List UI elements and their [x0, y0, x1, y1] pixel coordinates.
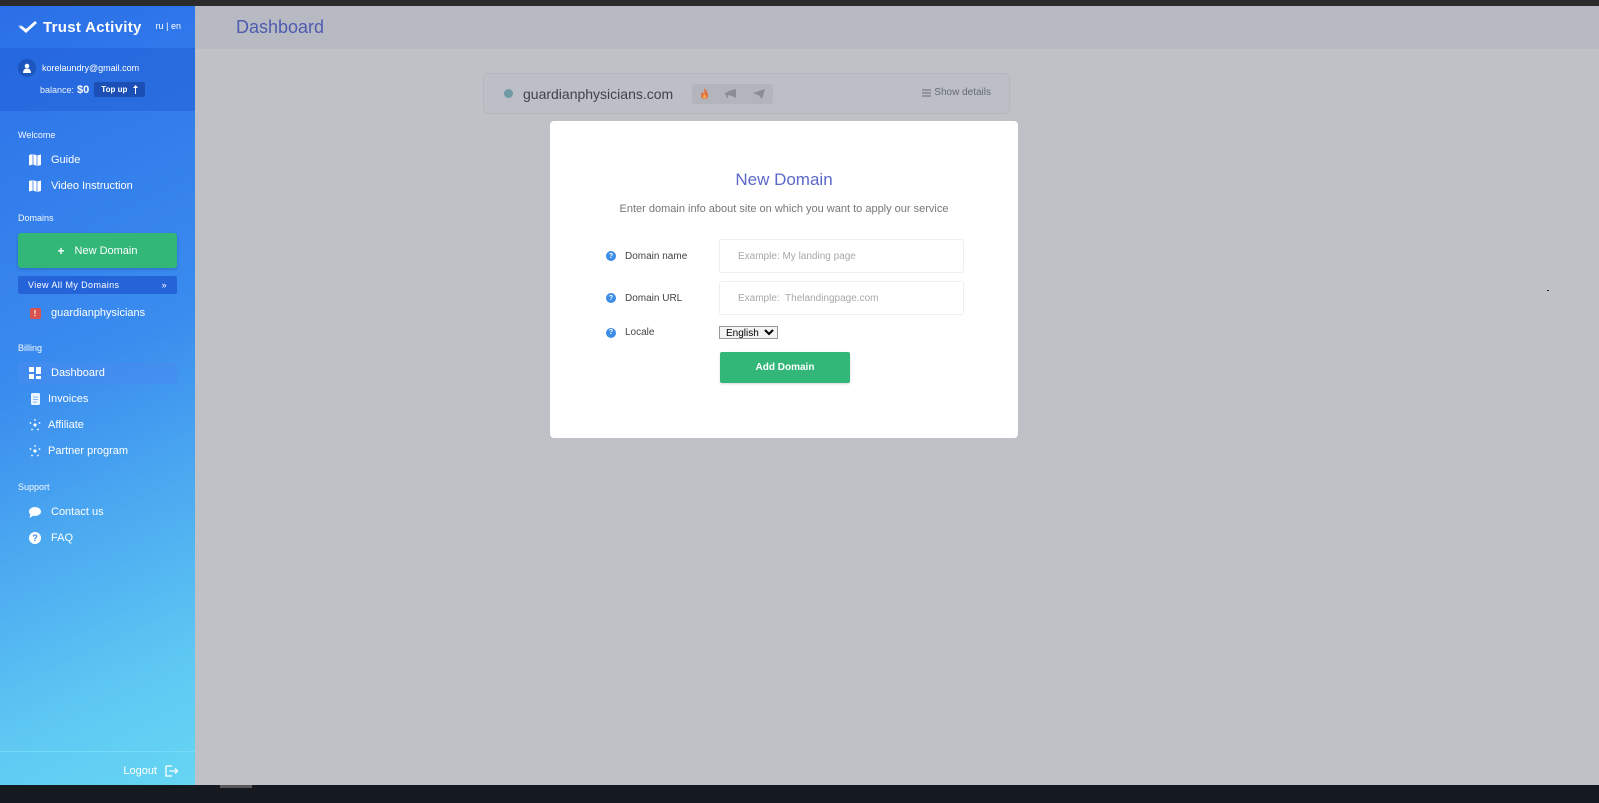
- sidebar-divider: [0, 751, 195, 752]
- arrow-up-icon: [133, 85, 139, 94]
- window-bottom-bar: [0, 785, 1599, 803]
- add-domain-button[interactable]: Add Domain: [720, 352, 850, 383]
- sidebar: Trust Activity ru | en korelaundry@gmail…: [0, 6, 195, 785]
- page-header: Dashboard: [195, 6, 1599, 49]
- paper-plane-icon[interactable]: [753, 88, 766, 99]
- globe-icon: [504, 89, 513, 98]
- question-icon: ?: [28, 531, 42, 545]
- sidebar-item-video-instruction[interactable]: Video Instruction: [18, 175, 177, 197]
- brand: Trust Activity ru | en: [0, 6, 195, 48]
- top-up-label: Top up: [101, 85, 128, 94]
- domain-url-label: Domain URL: [625, 292, 683, 304]
- user-email: korelaundry@gmail.com: [42, 63, 140, 73]
- modal-title: New Domain: [735, 170, 833, 189]
- sidebar-item-faq[interactable]: ? FAQ: [18, 527, 177, 549]
- sidebar-item-contact-us[interactable]: Contact us: [18, 501, 177, 523]
- domain-name-row: ? Domain name: [606, 239, 964, 273]
- view-all-domains-button[interactable]: View All My Domains »: [18, 276, 177, 294]
- modal-subtitle: Enter domain info about site on which yo…: [619, 203, 949, 215]
- sidebar-item-label: Contact us: [51, 506, 104, 518]
- domain-url-input[interactable]: [719, 281, 964, 315]
- new-domain-button[interactable]: + New Domain: [18, 233, 177, 268]
- help-icon[interactable]: ?: [606, 327, 616, 338]
- map-icon: [28, 179, 42, 193]
- taskbar-segment: [220, 785, 252, 788]
- locale-label: Locale: [625, 327, 655, 338]
- sidebar-item-guide[interactable]: Guide: [18, 149, 177, 171]
- sidebar-item-domain-guardianphysicians[interactable]: ! guardianphysicians: [18, 302, 177, 324]
- main-area: Dashboard guardianphysicians.com Show de…: [195, 6, 1599, 785]
- domain-actions: [692, 83, 774, 104]
- menu-icon: [922, 89, 932, 96]
- domain-name-input[interactable]: [719, 239, 964, 273]
- invoice-icon: [28, 392, 42, 406]
- fire-icon[interactable]: [700, 88, 709, 99]
- sidebar-item-dashboard[interactable]: Dashboard: [18, 362, 177, 384]
- new-domain-label: New Domain: [74, 244, 138, 257]
- user-avatar-icon: [18, 59, 36, 77]
- domain-card: guardianphysicians.com Show details: [483, 73, 1010, 114]
- domain-url-row: ? Domain URL: [606, 281, 964, 315]
- network-icon: [28, 418, 42, 432]
- stray-pixel: [1547, 290, 1549, 291]
- sidebar-item-partner-program[interactable]: Partner program: [18, 440, 177, 462]
- brand-name: Trust Activity: [43, 18, 142, 36]
- top-up-button[interactable]: Top up: [94, 82, 146, 97]
- megaphone-icon[interactable]: [725, 88, 737, 99]
- section-billing: Billing: [18, 343, 43, 353]
- balance-label: balance:: [40, 84, 75, 95]
- double-chevron-right-icon: »: [161, 280, 167, 290]
- plus-icon: +: [57, 243, 65, 258]
- locale-row: ? Locale English: [606, 326, 778, 339]
- locale-select[interactable]: English: [719, 326, 778, 339]
- sidebar-item-label: Invoices: [48, 393, 89, 405]
- show-details-button[interactable]: Show details: [922, 87, 991, 98]
- user-panel: korelaundry@gmail.com balance: $0 Top up: [0, 48, 195, 111]
- checkmark-logo-icon: [18, 21, 37, 33]
- domain-name[interactable]: guardianphysicians.com: [523, 86, 673, 102]
- view-all-label: View All My Domains: [28, 280, 120, 290]
- network-icon: [28, 444, 42, 458]
- help-icon[interactable]: ?: [606, 293, 616, 303]
- sidebar-item-label: Video Instruction: [51, 180, 133, 192]
- sidebar-item-label: Dashboard: [51, 367, 105, 379]
- map-icon: [28, 153, 42, 167]
- new-domain-modal: New Domain Enter domain info about site …: [550, 121, 1018, 438]
- chat-icon: [28, 505, 42, 519]
- sidebar-item-label: FAQ: [51, 532, 74, 544]
- show-details-label: Show details: [934, 87, 991, 98]
- section-domains: Domains: [18, 213, 54, 223]
- logout-icon: [165, 765, 179, 777]
- error-badge-icon: !: [29, 307, 41, 319]
- help-icon[interactable]: ?: [606, 251, 616, 261]
- language-switch[interactable]: ru | en: [156, 21, 181, 31]
- page-title: Dashboard: [236, 17, 325, 37]
- section-support: Support: [18, 482, 50, 492]
- section-welcome: Welcome: [18, 130, 56, 140]
- balance-value: $0: [77, 83, 90, 96]
- sidebar-item-label: guardianphysicians: [51, 307, 146, 319]
- logout-label: Logout: [123, 765, 157, 777]
- sidebar-item-label: Guide: [51, 154, 81, 166]
- logout-button[interactable]: Logout: [123, 765, 179, 777]
- domain-name-label: Domain name: [625, 250, 688, 262]
- sidebar-item-label: Affiliate: [48, 419, 84, 431]
- sidebar-item-label: Partner program: [48, 445, 129, 457]
- sidebar-item-invoices[interactable]: Invoices: [18, 388, 177, 410]
- dashboard-icon: [28, 366, 42, 380]
- sidebar-item-affiliate[interactable]: Affiliate: [18, 414, 177, 436]
